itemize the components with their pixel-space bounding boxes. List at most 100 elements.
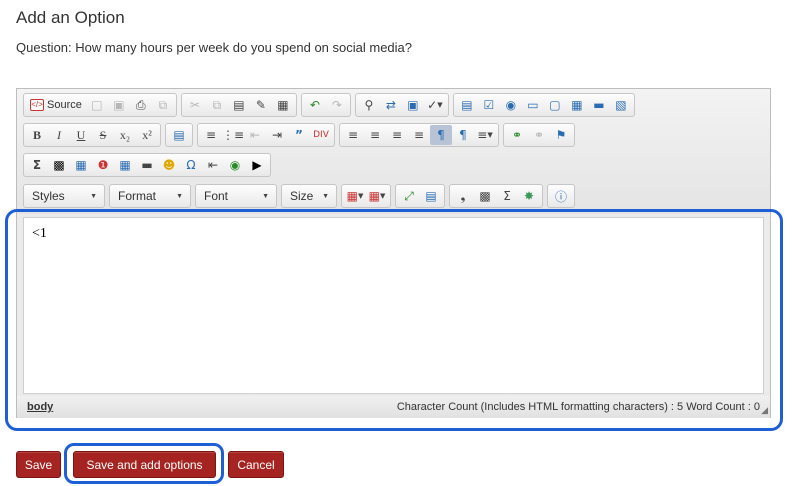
maximize-icon[interactable]: ⤢ (398, 186, 420, 206)
redo-icon[interactable]: ↷ (326, 95, 348, 115)
paste-word-icon[interactable]: ▦ (272, 95, 294, 115)
chevron-down-icon: ▼ (176, 192, 183, 200)
ltr-icon[interactable]: ¶ (430, 125, 452, 145)
find-icon[interactable]: ⚲ (358, 95, 380, 115)
element-path-body[interactable]: body (27, 401, 53, 413)
replace-icon[interactable]: ⇄ (380, 95, 402, 115)
align-left-icon[interactable]: ≡ (342, 125, 364, 145)
strike-icon[interactable]: S (92, 125, 114, 145)
cancel-button[interactable]: Cancel (228, 451, 284, 478)
editor-toolbar: </> Source □ ▣ ⎙ ⧉ ✂ ⧉ ▤ ✎ ▦ ↶ ↷ ⚲ ⇄ ▣ ✓… (17, 89, 770, 214)
sigma-icon[interactable]: Σ (26, 155, 48, 175)
button-field-icon[interactable]: ▬ (588, 95, 610, 115)
textarea-icon[interactable]: ▢ (544, 95, 566, 115)
paste-text-icon[interactable]: ✎ (250, 95, 272, 115)
align-group: ≡ ≡ ≡ ≡ ¶ ¶ ≡ ▼ (339, 123, 499, 147)
find-group: ⚲ ⇄ ▣ ✓ ▼ (354, 93, 449, 117)
smiley-icon[interactable]: ☻ (158, 155, 180, 175)
source-label: Source (47, 99, 82, 111)
table-icon[interactable]: ▦ (114, 155, 136, 175)
blockquote-icon[interactable]: ” (288, 125, 310, 145)
anchor-icon[interactable]: ⚑ (550, 125, 572, 145)
italic-icon[interactable]: I (48, 125, 70, 145)
info-icon[interactable]: ⓘ (550, 186, 572, 206)
bold-icon[interactable]: B (26, 125, 48, 145)
outdent-icon[interactable]: ⇤ (244, 125, 266, 145)
toolbar-row-3: Σ ▩ ▦ ❶ ▦ ▬ ☻ Ω ⇤ ◉ ▶ (23, 153, 271, 177)
source-button[interactable]: </> Source (26, 95, 86, 115)
remove-format-group: ▤ (165, 123, 193, 147)
checkbox-icon[interactable]: ☑ (478, 95, 500, 115)
size-label: Size (290, 189, 314, 203)
bulleted-list-icon[interactable]: ⋮≡ (222, 125, 244, 145)
text-color-icon[interactable]: ▦ ▼ (344, 186, 366, 206)
font-dropdown[interactable]: Font ▼ (195, 184, 277, 208)
editor-content-area[interactable]: <1 (23, 217, 764, 394)
align-right-icon[interactable]: ≡ (386, 125, 408, 145)
chevron-down-icon: ▼ (322, 192, 329, 200)
format-dropdown[interactable]: Format ▼ (109, 184, 191, 208)
spellcheck-icon[interactable]: ✓ ▼ (424, 95, 446, 115)
film-icon[interactable]: ▩ (474, 186, 496, 206)
radio-icon[interactable]: ◉ (500, 95, 522, 115)
image-button-icon[interactable]: ▧ (610, 95, 632, 115)
media-icon[interactable]: ▩ (48, 155, 70, 175)
size-dropdown[interactable]: Size ▼ (281, 184, 337, 208)
document-group: </> Source □ ▣ ⎙ ⧉ (23, 93, 177, 117)
styles-dropdown[interactable]: Styles ▼ (23, 184, 105, 208)
superscript-icon[interactable]: x² (136, 125, 158, 145)
horizontal-rule-icon[interactable]: ▬ (136, 155, 158, 175)
flash-icon[interactable]: ❶ (92, 155, 114, 175)
print-icon[interactable]: ⎙ (130, 95, 152, 115)
source-icon: </> (30, 99, 44, 111)
form-icon[interactable]: ▤ (456, 95, 478, 115)
resize-handle-icon[interactable]: ◢ (761, 405, 768, 416)
save-and-add-options-button[interactable]: Save and add options (73, 451, 216, 478)
remove-format-icon[interactable]: ▤ (168, 125, 190, 145)
special-char-icon[interactable]: Ω (180, 155, 202, 175)
history-group: ↶ ↷ (300, 93, 351, 117)
chevron-down-icon: ▼ (90, 192, 97, 200)
textfield-icon[interactable]: ▭ (522, 95, 544, 115)
new-page-icon[interactable]: □ (86, 95, 108, 115)
extras-group: ❟ ▩ Σ ✸ (449, 184, 543, 208)
numbered-list-icon[interactable]: ≡ (200, 125, 222, 145)
align-center-icon[interactable]: ≡ (364, 125, 386, 145)
view-group: ⤢ ▤ (395, 184, 445, 208)
toolbar-row-4: Styles ▼ Format ▼ Font ▼ Size ▼ ▦ ▼ ▦ ▼ ⤢ … (23, 184, 575, 208)
paragraph-group: ≡ ⋮≡ ⇤ ⇥ ” DIV (197, 123, 335, 147)
div-container-icon[interactable]: DIV (310, 125, 332, 145)
toolbar-row-1: </> Source □ ▣ ⎙ ⧉ ✂ ⧉ ▤ ✎ ▦ ↶ ↷ ⚲ ⇄ ▣ ✓… (23, 93, 635, 117)
language-icon[interactable]: ≡ ▼ (474, 125, 496, 145)
copy-icon[interactable]: ⧉ (206, 95, 228, 115)
save-button[interactable]: Save (16, 451, 61, 478)
bg-color-icon[interactable]: ▦ ▼ (366, 186, 388, 206)
math-icon[interactable]: Σ (496, 186, 518, 206)
select-field-icon[interactable]: ▦ (566, 95, 588, 115)
templates-icon[interactable]: ⧉ (152, 95, 174, 115)
character-count: Character Count (Includes HTML formattin… (396, 401, 760, 413)
rich-text-editor: </> Source □ ▣ ⎙ ⧉ ✂ ⧉ ▤ ✎ ▦ ↶ ↷ ⚲ ⇄ ▣ ✓… (16, 88, 771, 418)
preview-icon[interactable]: ▣ (108, 95, 130, 115)
youtube-icon[interactable]: ▶ (246, 155, 268, 175)
sticker-icon[interactable]: ✸ (518, 186, 540, 206)
subscript-icon[interactable]: x₂ (114, 125, 136, 145)
link-icon[interactable]: ⚭ (506, 125, 528, 145)
underline-icon[interactable]: U (70, 125, 92, 145)
about-group: ⓘ (547, 184, 575, 208)
iframe-icon[interactable]: ◉ (224, 155, 246, 175)
links-group: ⚭ ⚭ ⚑ (503, 123, 575, 147)
undo-icon[interactable]: ↶ (304, 95, 326, 115)
rtl-icon[interactable]: ¶ (452, 125, 474, 145)
pin-icon[interactable]: ❟ (452, 186, 474, 206)
select-all-icon[interactable]: ▣ (402, 95, 424, 115)
unlink-icon[interactable]: ⚭ (528, 125, 550, 145)
show-blocks-icon[interactable]: ▤ (420, 186, 442, 206)
justify-icon[interactable]: ≡ (408, 125, 430, 145)
page-break-icon[interactable]: ⇤ (202, 155, 224, 175)
cut-icon[interactable]: ✂ (184, 95, 206, 115)
indent-icon[interactable]: ⇥ (266, 125, 288, 145)
paste-icon[interactable]: ▤ (228, 95, 250, 115)
basic-styles-group: B I U S x₂ x² (23, 123, 161, 147)
image-icon[interactable]: ▦ (70, 155, 92, 175)
